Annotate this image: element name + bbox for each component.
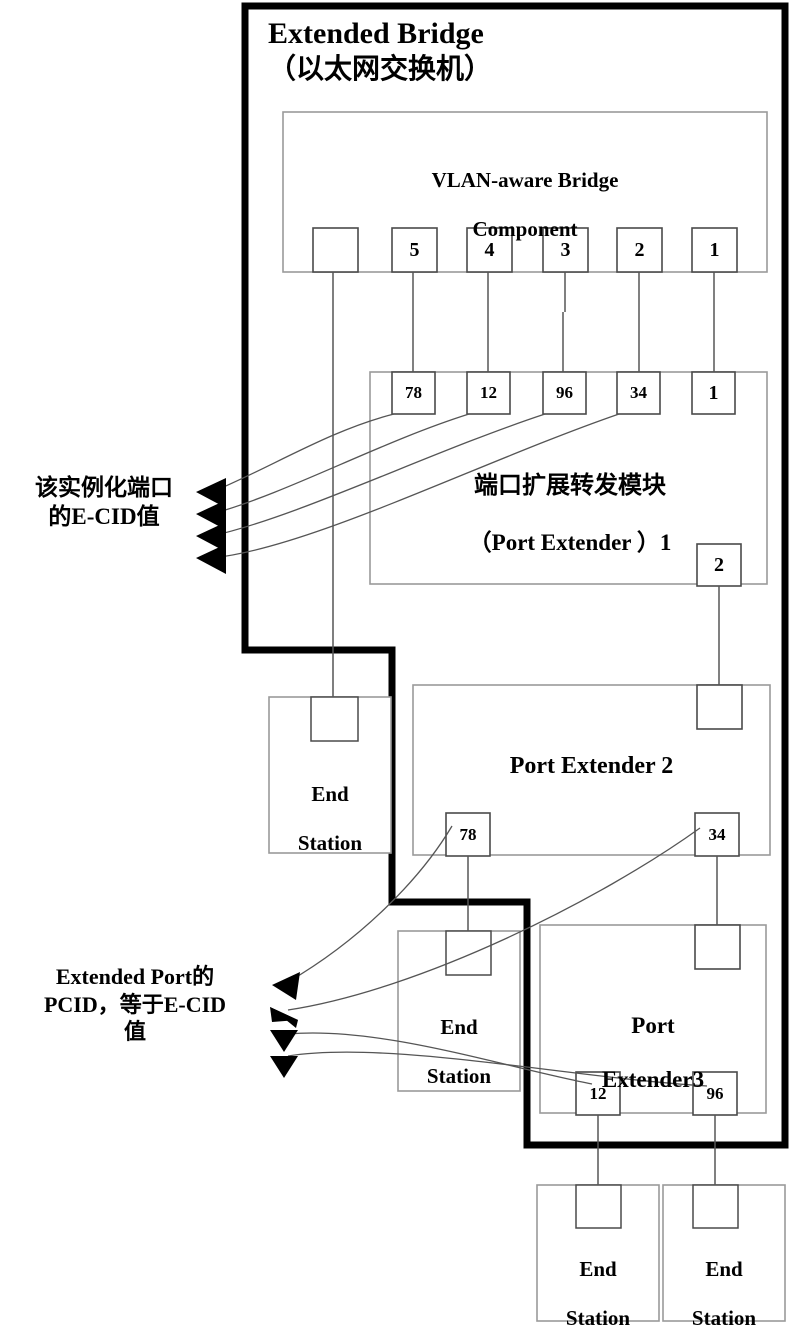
pe3-port-label-96: 96 <box>706 1083 724 1103</box>
page-title: Extended Bridge （以太网交换机） <box>268 16 668 87</box>
pcid-annotation: Extended Port的 PCID，等于E-CID 值 <box>4 963 266 1046</box>
pcid-annotation-line3: 值 <box>123 1019 146 1044</box>
end-station-bottom-right-port[interactable] <box>692 1184 739 1229</box>
pe1-port-label-96: 96 <box>556 383 573 402</box>
pe1-port-label-1: 1 <box>708 381 719 404</box>
ecid-annotation-line2: 的E-CID值 <box>48 503 160 529</box>
pcid-arrowhead-4 <box>270 1056 298 1078</box>
pe1-port-label-12: 12 <box>480 383 497 402</box>
ecid-annotation: 该实例化端口 的E-CID值 <box>6 474 202 532</box>
pcid-arrowhead-3 <box>270 1030 298 1052</box>
pe2-port-label-34: 34 <box>708 824 726 844</box>
ecid-arrowhead-4 <box>196 544 226 574</box>
vlan-port-label-4: 4 <box>484 238 495 261</box>
pe3-uplink-port-box[interactable] <box>694 924 741 970</box>
pe3-port-label-12: 12 <box>589 1083 607 1103</box>
vlan-port-label-3: 3 <box>560 238 571 261</box>
end-station-bottom-left-port[interactable] <box>575 1184 622 1229</box>
end-station-left-port[interactable] <box>310 696 359 742</box>
vlan-port-label-1: 1 <box>709 238 720 261</box>
pcid-annotation-line2: PCID，等于E-CID <box>43 991 227 1017</box>
pe1-port-label-2: 2 <box>714 553 724 576</box>
end-station-middle-port[interactable] <box>445 930 492 976</box>
pe1-port-label-34: 34 <box>630 383 647 402</box>
pcid-arrowhead-1 <box>272 972 300 1000</box>
page-title-line1: Extended Bridge <box>268 17 484 50</box>
page-title-line2: （以太网交换机） <box>268 53 493 85</box>
vlan-port-label-2: 2 <box>634 238 645 261</box>
pcid-annotation-line1: Extended Port的 <box>55 964 215 989</box>
diagram-canvas: Extended Bridge （以太网交换机） VLAN-aware Brid… <box>0 0 800 1326</box>
pe2-port-label-78: 78 <box>459 824 477 844</box>
vlan-port-label-5: 5 <box>409 238 420 261</box>
vlan-port-label-0 <box>313 228 358 272</box>
ecid-annotation-line1: 该实例化端口 <box>35 475 173 500</box>
pe2-uplink-port-box[interactable] <box>696 684 743 730</box>
pe1-port-label-78: 78 <box>405 383 422 402</box>
diagram-vector-layer <box>196 2 789 1322</box>
